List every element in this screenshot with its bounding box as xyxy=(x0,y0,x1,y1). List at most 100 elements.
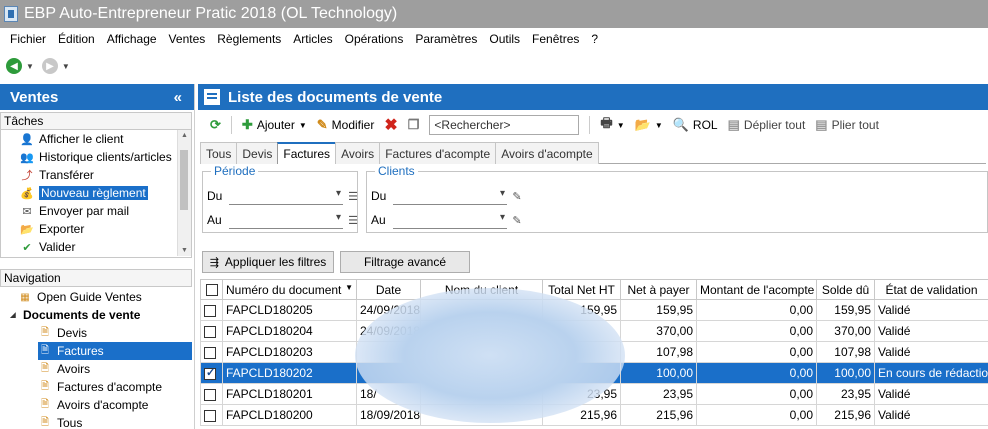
pencil-icon[interactable]: ✎ xyxy=(511,190,523,203)
scroll-down-icon[interactable]: ▼ xyxy=(181,247,188,254)
column-header-solde[interactable]: Solde dû xyxy=(816,279,875,300)
menu-parametres[interactable]: Paramètres xyxy=(409,32,483,46)
period-from-row: Du ☰ xyxy=(207,187,359,205)
menu-operations[interactable]: Opérations xyxy=(339,32,410,46)
menu-outils[interactable]: Outils xyxy=(483,32,526,46)
pencil-icon: ✎ xyxy=(316,117,328,132)
nav-open-guide[interactable]: ▦ Open Guide Ventes xyxy=(18,288,141,306)
expand-all-button[interactable]: ▤ Déplier tout xyxy=(724,115,810,135)
task-nouveau-reglement[interactable]: 💰 Nouveau règlement xyxy=(1,184,191,202)
refresh-button[interactable]: ⟳ xyxy=(206,115,225,135)
menu-help[interactable]: ? xyxy=(585,32,604,46)
navigation-section-header[interactable]: Navigation xyxy=(0,269,192,287)
toolbar-separator xyxy=(589,116,591,134)
column-header-date[interactable]: Date xyxy=(356,279,421,300)
menu-reglements[interactable]: Règlements xyxy=(211,32,287,46)
column-header-numero[interactable]: Numéro du document ▼ xyxy=(222,279,357,300)
document-icon: 🗎 xyxy=(40,362,50,374)
select-all-cell[interactable] xyxy=(200,279,223,300)
row-checkbox[interactable] xyxy=(204,409,216,422)
tab-devis[interactable]: Devis xyxy=(236,142,279,164)
row-checkbox-checked[interactable] xyxy=(204,366,216,380)
nav-factures-acompte[interactable]: 🗎 Factures d'acompte xyxy=(38,378,162,396)
table-row[interactable]: FAPCLD180200 18/09/2018 215,96 215,96 0,… xyxy=(200,404,988,426)
document-tabs: Tous Devis Factures Avoirs Factures d'ac… xyxy=(200,142,986,164)
export-button[interactable]: 📂 ▼ xyxy=(631,115,667,135)
menu-fichier[interactable]: Fichier xyxy=(4,32,52,46)
tab-factures[interactable]: Factures xyxy=(277,142,337,164)
tasks-list: 👤 Afficher le client 👥 Historique client… xyxy=(0,130,192,258)
guide-icon: ▦ xyxy=(20,291,30,303)
transfer-icon: ⤴ xyxy=(21,170,33,182)
delete-button[interactable]: ✖ xyxy=(380,115,401,135)
collapse-panel-icon[interactable]: « xyxy=(174,89,182,106)
period-to-row: Au ☰ xyxy=(207,211,359,229)
advanced-filter-button[interactable]: Filtrage avancé xyxy=(340,251,470,273)
pencil-icon[interactable]: ✎ xyxy=(511,214,523,227)
menu-affichage[interactable]: Affichage xyxy=(101,32,163,46)
nav-avoirs-acompte[interactable]: 🗎 Avoirs d'acompte xyxy=(38,396,148,414)
menu-fenetres[interactable]: Fenêtres xyxy=(526,32,585,46)
print-button[interactable]: 🖶 ▼ xyxy=(596,115,628,135)
tasks-scrollbar[interactable]: ▲ ▼ xyxy=(177,130,191,256)
folder-icon: 📂 xyxy=(634,117,651,132)
period-to-combo[interactable] xyxy=(229,211,343,229)
collapse-all-button[interactable]: ▤ Plier tout xyxy=(811,115,883,135)
calendar-icon[interactable]: ☰ xyxy=(347,214,359,227)
column-header-etat[interactable]: État de validation xyxy=(874,279,988,300)
clients-to-combo[interactable] xyxy=(393,211,507,229)
table-header: Numéro du document ▼ Date Nom du client … xyxy=(200,279,988,300)
tab-avoirs[interactable]: Avoirs xyxy=(335,142,381,164)
select-all-checkbox[interactable] xyxy=(205,284,218,297)
scroll-up-icon[interactable]: ▲ xyxy=(181,132,188,139)
row-checkbox[interactable] xyxy=(204,304,216,317)
apply-filters-button[interactable]: ⇶ Appliquer les filtres xyxy=(202,251,334,273)
menu-articles[interactable]: Articles xyxy=(287,32,338,46)
period-from-combo[interactable] xyxy=(229,187,343,205)
calendar-icon[interactable]: ☰ xyxy=(347,190,359,203)
row-checkbox[interactable] xyxy=(204,325,216,338)
filter-icon: ⇶ xyxy=(209,256,219,269)
task-valider[interactable]: ✔ Valider xyxy=(1,238,191,256)
document-icon: 🗎 xyxy=(40,398,50,410)
people-icon: 👥 xyxy=(20,151,34,164)
forward-arrow-icon[interactable]: ▶ xyxy=(41,58,58,74)
list-icon xyxy=(204,89,220,105)
nav-devis[interactable]: 🗎 Devis xyxy=(38,324,87,342)
tab-factures-acompte[interactable]: Factures d'acompte xyxy=(379,142,497,164)
scrollbar-thumb[interactable] xyxy=(180,150,188,210)
task-historique[interactable]: 👥 Historique clients/articles xyxy=(1,148,191,166)
task-afficher-client[interactable]: 👤 Afficher le client xyxy=(1,130,191,148)
menu-edition[interactable]: Édition xyxy=(52,32,101,46)
column-header-net[interactable]: Net à payer xyxy=(620,279,697,300)
row-checkbox[interactable] xyxy=(204,388,216,401)
duplicate-button[interactable]: ❐ xyxy=(404,115,424,135)
back-dropdown-icon[interactable]: ▼ xyxy=(26,62,34,71)
row-checkbox[interactable] xyxy=(204,346,216,359)
export-icon: 📂 xyxy=(20,223,34,236)
forward-dropdown-icon[interactable]: ▼ xyxy=(62,62,70,71)
main-panel-title: Liste des documents de vente xyxy=(228,88,443,106)
search-input[interactable]: <Rechercher> xyxy=(429,115,580,135)
task-envoyer-mail[interactable]: ✉ Envoyer par mail xyxy=(1,202,191,220)
add-button[interactable]: ✚ Ajouter ▼ xyxy=(238,115,311,135)
nav-tous[interactable]: 🗎 Tous xyxy=(38,414,82,429)
clients-from-row: Du ✎ xyxy=(371,187,523,205)
nav-documents-de-vente[interactable]: ◢ Documents de vente xyxy=(8,306,140,324)
menu-ventes[interactable]: Ventes xyxy=(163,32,212,46)
edit-button[interactable]: ✎ Modifier xyxy=(313,115,379,135)
rol-button[interactable]: 🔍 ROL xyxy=(669,115,722,135)
chevron-down-icon: ▼ xyxy=(654,120,663,130)
column-header-acompte[interactable]: Montant de l'acompte xyxy=(696,279,817,300)
document-icon: 🗎 xyxy=(40,416,50,428)
tab-tous[interactable]: Tous xyxy=(200,142,238,164)
tasks-section-header[interactable]: Tâches xyxy=(0,112,192,130)
nav-factures[interactable]: 🗎 Factures xyxy=(38,342,192,360)
clients-from-combo[interactable] xyxy=(393,187,507,205)
back-arrow-icon[interactable]: ◀ xyxy=(6,58,22,74)
tab-avoirs-acompte[interactable]: Avoirs d'acompte xyxy=(495,142,599,164)
task-transferer[interactable]: ⤴ Transférer xyxy=(1,166,191,184)
document-icon: 🗎 xyxy=(40,344,50,356)
task-exporter[interactable]: 📂 Exporter xyxy=(1,220,191,238)
nav-avoirs[interactable]: 🗎 Avoirs xyxy=(38,360,90,378)
